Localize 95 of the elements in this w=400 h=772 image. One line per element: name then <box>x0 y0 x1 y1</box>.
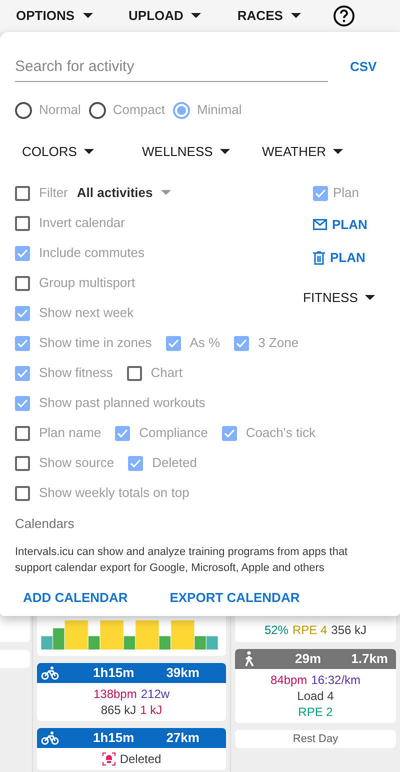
menu-button[interactable]: UPLOAD <box>128 6 202 26</box>
email-plan-button[interactable]: PLAN <box>313 208 385 241</box>
option-label: Show time in zones <box>39 334 152 352</box>
walking-person-icon <box>243 651 255 667</box>
checkbox[interactable] <box>15 186 30 200</box>
activity-card[interactable]: 29m 1.7km 84bpm 16:32/km Load 4 RPE 2 <box>235 649 396 723</box>
checkbox[interactable] <box>15 306 30 320</box>
dropdown-button[interactable]: WELLNESS <box>142 142 262 162</box>
checkbox[interactable] <box>15 396 30 410</box>
menu-button[interactable]: RACES <box>237 6 301 26</box>
option-label: Show fitness <box>39 364 113 382</box>
trash-icon <box>313 250 325 264</box>
bicycle-icon <box>41 731 59 745</box>
caret-icon <box>84 149 94 155</box>
caret-icon <box>82 13 93 19</box>
checkbox[interactable] <box>15 366 30 380</box>
menu-button[interactable]: OPTIONS <box>16 6 93 26</box>
checkbox[interactable] <box>126 366 142 380</box>
checkbox[interactable] <box>15 276 30 290</box>
csv-button[interactable]: CSV <box>350 56 377 76</box>
checkbox[interactable] <box>166 336 181 350</box>
caret-icon <box>364 294 375 301</box>
fitness-dropdown[interactable]: FITNESS <box>303 288 385 308</box>
option-label: Show source <box>39 454 114 472</box>
caret-icon <box>191 13 202 19</box>
option-label: 3 Zone <box>258 334 299 352</box>
calendars-description: Intervals.icu can show and analyze training programs from apps that support calendar export for Google, Microsoft, Apple and others <box>15 544 349 576</box>
calendar-button[interactable]: ADD CALENDAR <box>23 588 128 607</box>
dropdown-button[interactable]: WEATHER <box>262 142 344 162</box>
checkbox[interactable] <box>115 426 130 440</box>
radio-label: Minimal <box>196 101 242 120</box>
radio-button[interactable] <box>88 102 106 118</box>
stat-text: 212w <box>140 686 170 702</box>
option-label: Compliance <box>139 424 208 442</box>
radio-label: Normal <box>39 101 81 120</box>
option-label: Group multisport <box>39 274 136 292</box>
option-label: Plan name <box>39 424 102 442</box>
skull-icon <box>102 752 116 766</box>
option-label: Show weekly totals on top <box>39 484 190 502</box>
radio-label: Compact <box>112 101 165 120</box>
activity-card[interactable]: 1h15m 39km 138bpm 212w 865 kJ 1 kJ <box>37 663 226 721</box>
checkbox[interactable] <box>15 426 30 440</box>
stat-text: 16:32/km <box>311 672 361 688</box>
option-label: Show past planned workouts <box>39 394 206 412</box>
section-title: Calendars <box>15 515 76 533</box>
option-label: As % <box>190 334 220 352</box>
checkbox[interactable] <box>128 456 144 470</box>
delete-plan-button[interactable]: PLAN <box>313 241 385 274</box>
stat-text: 865 kJ <box>100 702 136 718</box>
option-label: Show next week <box>39 304 134 322</box>
option-label: Deleted <box>152 454 197 472</box>
checkbox[interactable] <box>15 246 30 260</box>
radio-button[interactable] <box>15 102 32 118</box>
option-label: Coach's tick <box>246 424 316 442</box>
caret-icon <box>160 190 171 196</box>
duration-text: 29m <box>295 650 322 668</box>
calendar-button[interactable]: EXPORT CALENDAR <box>170 588 300 607</box>
duration-text: 1h15m <box>93 729 134 748</box>
checkbox[interactable] <box>234 336 250 350</box>
duration-text: 1h15m <box>93 664 134 682</box>
help-icon[interactable] <box>332 5 355 27</box>
option-label: Invert calendar <box>39 214 125 232</box>
stat-text: RPE 2 <box>298 704 333 720</box>
activity-filter-dropdown[interactable]: All activities <box>76 183 171 203</box>
activity-card[interactable]: 1h15m 27km Deleted <box>37 728 226 770</box>
caret-icon <box>220 149 230 155</box>
dropdown-button[interactable]: COLORS <box>22 142 142 162</box>
checkbox[interactable] <box>15 336 30 350</box>
checkbox[interactable] <box>222 426 237 440</box>
search-field[interactable]: Search for activity <box>15 52 328 82</box>
stat-text: 1 kJ <box>140 702 162 718</box>
deleted-text: Deleted <box>120 751 162 767</box>
stat-text: 356 kJ <box>331 622 367 638</box>
option-label: Filter <box>39 184 68 202</box>
checkbox[interactable] <box>313 186 328 200</box>
stat-text: RPE 4 <box>292 622 328 638</box>
option-label: Include commutes <box>39 244 144 262</box>
option-label: Chart <box>150 364 182 382</box>
envelope-icon <box>313 219 327 230</box>
stat-text: Load 4 <box>297 688 334 704</box>
stat-text: 138bpm <box>93 686 137 702</box>
checkbox[interactable] <box>15 486 30 500</box>
rest-day-card: Rest Day <box>235 730 396 748</box>
stat-text: 84bpm <box>270 672 308 688</box>
checkbox[interactable] <box>15 216 30 230</box>
stat-text: 52% <box>264 622 288 638</box>
caret-icon <box>333 149 344 155</box>
distance-text: 39km <box>166 664 200 682</box>
option-label: Plan <box>333 184 360 202</box>
bicycle-icon <box>41 666 59 680</box>
radio-button[interactable] <box>172 102 190 118</box>
distance-text: 27km <box>166 729 200 748</box>
distance-text: 1.7km <box>351 650 388 668</box>
caret-icon <box>290 13 301 19</box>
checkbox[interactable] <box>15 456 30 470</box>
